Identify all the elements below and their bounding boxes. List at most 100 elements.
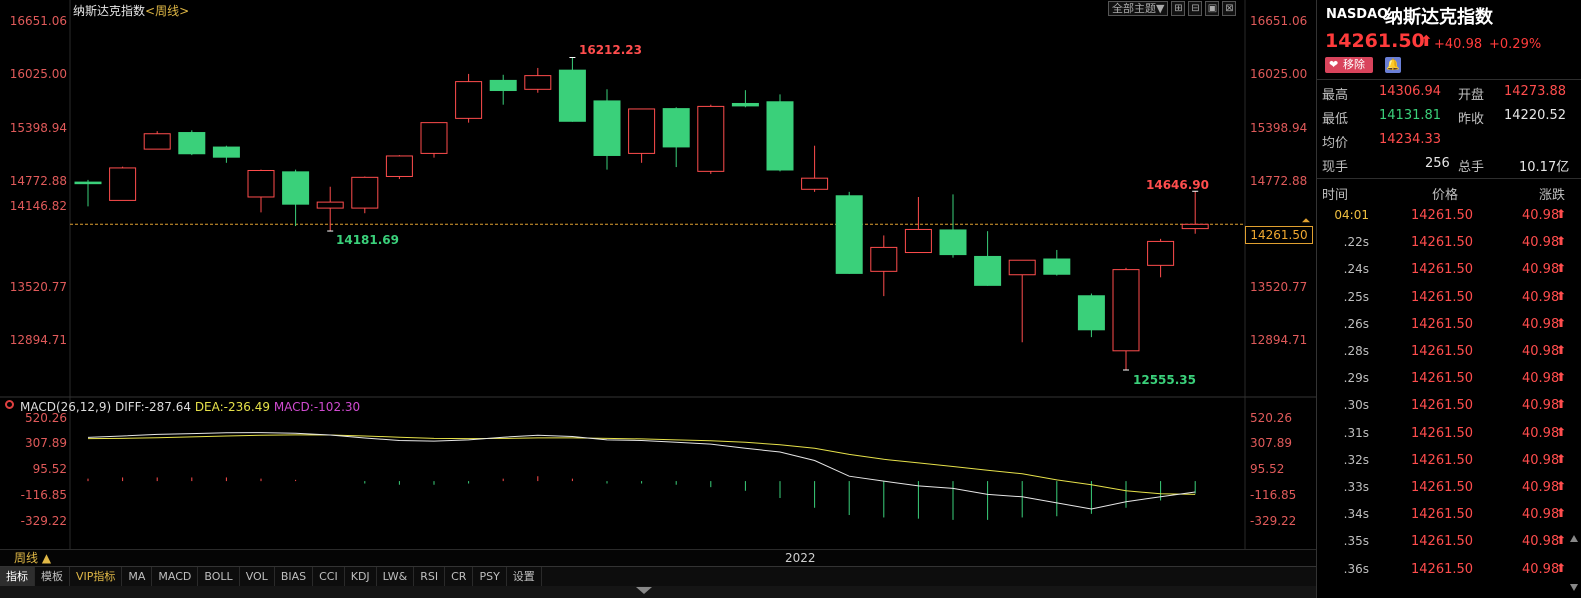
up-arrow-icon: ⬆ [1556, 451, 1567, 466]
stat-value-open: 14273.88 [1504, 84, 1567, 99]
layout-grid-icon[interactable]: ⊞ [1171, 1, 1186, 16]
candle-body-up [455, 81, 483, 119]
up-arrow-icon: ⬆ [1420, 32, 1433, 50]
layout-split-icon[interactable]: ⊟ [1188, 1, 1203, 16]
tab-rsi[interactable]: RSI [414, 567, 446, 587]
up-arrow-icon: ⬆ [1556, 234, 1567, 249]
tick-header-change: 涨跌 [1539, 188, 1566, 203]
tick-row: .25s 14261.50 40.98 ⬆ [1317, 285, 1581, 312]
tick-change: 40.98 [1522, 316, 1560, 332]
tab-indicators[interactable]: 指标 [0, 567, 35, 587]
tick-change: 40.98 [1522, 561, 1560, 577]
stat-label: 开盘 [1458, 88, 1485, 103]
tick-row: 04:01 14261.50 40.98 ⬆ [1317, 203, 1581, 230]
y-axis-label-right: 16025.00 [1250, 67, 1308, 81]
tick-time: .32s [1343, 452, 1369, 467]
remove-favorite-button[interactable]: ❤ 移除 [1325, 57, 1373, 73]
macd-y-label-left: 307.89 [25, 436, 67, 450]
stat-value-low: 14131.81 [1379, 108, 1442, 123]
time-axis-year: 2022 [785, 551, 816, 565]
up-arrow-icon: ⬆ [1556, 479, 1567, 493]
scroll-down-icon[interactable] [636, 587, 652, 594]
tick-time: .25s [1343, 289, 1369, 304]
tab-psy[interactable]: PSY [473, 567, 507, 587]
candle-body-down [731, 102, 759, 107]
up-arrow-icon: ⬆ [1556, 288, 1567, 303]
candle-body-up [351, 176, 379, 209]
heart-icon: ❤ [1329, 58, 1339, 71]
tick-change: 40.98 [1522, 371, 1560, 387]
candle-body-up [1147, 240, 1175, 266]
tab-vol[interactable]: VOL [240, 567, 275, 587]
period-selector[interactable]: 周线 ▲ [14, 550, 51, 567]
tick-change: 40.98 [1522, 344, 1560, 359]
tick-list-scrollbar[interactable] [1570, 533, 1578, 593]
macd-dea-value: DEA:-236.49 [194, 400, 270, 414]
up-arrow-icon: ⬆ [1556, 560, 1567, 575]
candle-body-down [974, 255, 1002, 286]
tab-bias[interactable]: BIAS [275, 567, 314, 587]
tick-time: .28s [1343, 344, 1369, 358]
stat-value-current-volume: 256 [1425, 156, 1450, 171]
tab-ma[interactable]: MA [122, 567, 153, 587]
kline-chart-canvas[interactable] [0, 0, 1316, 549]
y-axis-label-right: 13520.77 [1250, 280, 1308, 294]
candle-body-down [212, 146, 240, 158]
tick-change: 40.98 [1522, 452, 1560, 468]
chart-period-tag: <周线> [145, 4, 190, 18]
tab-lw[interactable]: LW& [377, 567, 415, 587]
candle-body-up [801, 177, 829, 190]
tick-row: .29s 14261.50 40.98 ⬆ [1317, 366, 1581, 393]
tick-change: 40.98 [1522, 480, 1560, 495]
tick-price: 14261.50 [1411, 371, 1474, 387]
layout-window-icon[interactable]: ▣ [1205, 1, 1220, 16]
indicator-settings-icon[interactable] [5, 400, 14, 409]
tab-cci[interactable]: CCI [313, 567, 345, 587]
tab-boll[interactable]: BOLL [198, 567, 240, 587]
candle-body-up [247, 169, 275, 198]
tick-change: 40.98 [1522, 208, 1560, 223]
candle-body-up [870, 246, 898, 272]
tick-change: 40.98 [1522, 262, 1560, 278]
tab-settings[interactable]: 设置 [507, 567, 542, 587]
tab-cr[interactable]: CR [445, 567, 474, 587]
stat-row-high-open: 最高 14306.94 开盘 14273.88 [1317, 80, 1581, 104]
macd-y-label-right: 520.26 [1250, 411, 1292, 425]
quote-side-panel: NASDAQ 纳斯达克指数 14261.50 ⬆ +40.98 +0.29% ❤… [1316, 0, 1581, 598]
remove-favorite-label: 移除 [1343, 58, 1365, 71]
tick-price: 14261.50 [1411, 480, 1474, 495]
horizontal-scrollbar[interactable] [0, 586, 1316, 598]
annotation-low: 12555.35 [1133, 373, 1197, 387]
stat-row-low-prevclose: 最低 14131.81 昨收 14220.52 [1317, 104, 1581, 128]
y-axis-label-left: 13520.77 [9, 280, 67, 294]
macd-diff-value: DIFF:-287.64 [114, 400, 191, 414]
tab-kdj[interactable]: KDJ [345, 567, 377, 587]
candle-body-down [1077, 295, 1105, 331]
theme-select-button[interactable]: 全部主题▼ [1108, 1, 1169, 16]
stat-label: 最高 [1322, 88, 1349, 103]
layout-close-icon[interactable]: ⊠ [1222, 1, 1237, 16]
current-price-marker [1302, 218, 1310, 223]
price-change-pct: +0.29% [1489, 37, 1542, 52]
y-axis-label-right: 15398.94 [1250, 121, 1308, 135]
tick-row: .33s 14261.50 40.98 ⬆ [1317, 475, 1581, 502]
up-arrow-icon: ⬆ [1556, 207, 1567, 221]
macd-y-label-left: 95.52 [32, 462, 67, 476]
chart-title-text: 纳斯达克指数 [73, 4, 146, 18]
tab-vip-indicators[interactable]: VIP指标 [70, 567, 123, 587]
tick-row: .30s 14261.50 40.98 ⬆ [1317, 393, 1581, 420]
kline-chart-area[interactable]: 纳斯达克指数<周线> 全部主题▼ ⊞ ⊟ ▣ ⊠ 16651.06 16025.… [0, 0, 1316, 598]
candle-body-down [939, 229, 967, 256]
alert-bell-icon[interactable]: 🔔 [1385, 57, 1401, 73]
tab-templates[interactable]: 模板 [35, 567, 70, 587]
chart-title: 纳斯达克指数<周线> [73, 2, 189, 19]
tab-macd[interactable]: MACD [152, 567, 199, 587]
macd-y-label-right: -329.22 [1250, 514, 1297, 528]
y-axis-label-left: 15398.94 [9, 121, 67, 135]
tick-time: .31s [1343, 425, 1369, 440]
tick-row: .32s 14261.50 40.98 ⬆ [1317, 448, 1581, 475]
tick-price: 14261.50 [1411, 208, 1474, 223]
candle-body-down [558, 69, 586, 122]
tick-price: 14261.50 [1411, 425, 1474, 441]
annotation-high: 16212.23 [579, 43, 643, 57]
